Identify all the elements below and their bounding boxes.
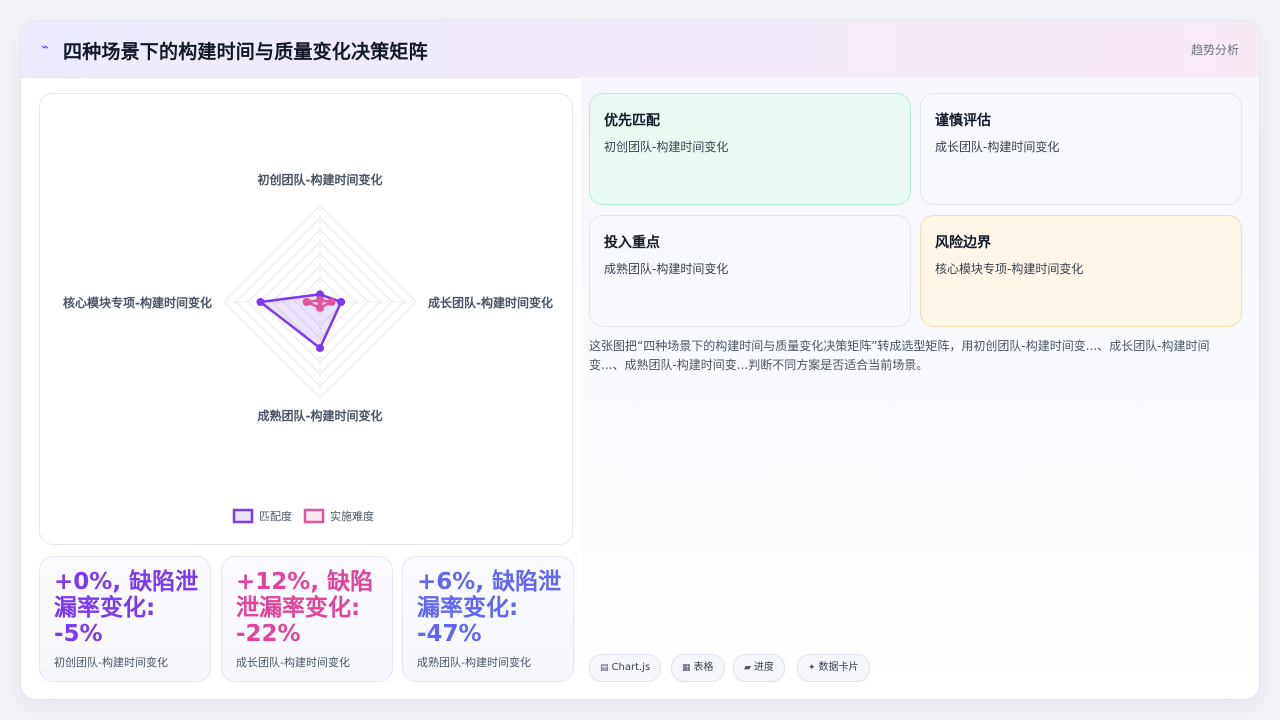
radar-series-point	[256, 298, 265, 306]
quadrant-careful-evaluation[interactable]: 谨慎评估 成长团队-构建时间变化	[920, 93, 1242, 205]
radar-series-point	[302, 298, 311, 306]
quadrant-risk-boundary[interactable]: 风险边界 核心模块专项-构建时间变化	[920, 215, 1242, 327]
progress-icon: ▰	[744, 663, 751, 673]
quadrant-subtitle: 初创团队-构建时间变化	[604, 140, 729, 154]
quadrant-priority-match[interactable]: 优先匹配 初创团队-构建时间变化	[589, 93, 911, 205]
quadrant-subtitle: 成长团队-构建时间变化	[935, 140, 1060, 154]
stat-label: 初创团队-构建时间变化	[54, 656, 168, 669]
stat-value: +12%, 缺陷泄漏率变化: -22%	[236, 569, 374, 647]
tag-progress[interactable]: ▰ 进度	[733, 654, 785, 682]
sparkle-icon: ✦	[808, 663, 816, 673]
tag-label: 表格	[693, 662, 714, 673]
tag-data-card[interactable]: ✦ 数据卡片	[797, 654, 870, 682]
table-icon: ▦	[682, 663, 691, 673]
radar-axis-label: 成熟团队-构建时间变化	[258, 408, 383, 423]
radar-chart-card: 初创团队-构建时间变化成长团队-构建时间变化成熟团队-构建时间变化 核心模块专项-…	[39, 93, 573, 545]
chart-icon: ▤	[600, 663, 609, 673]
legend-label: 匹配度	[259, 509, 292, 523]
dashboard-frame: ⌁ 四种场景下的构建时间与质量变化决策矩阵 趋势分析 初创团队-构建时间变化成长…	[20, 20, 1260, 700]
radar-axis-label: 初创团队-构建时间变化	[258, 172, 383, 187]
stat-card-mature: +6%, 缺陷泄漏率变化: -47% 成熟团队-构建时间变化	[402, 556, 574, 682]
radar-series-point	[316, 303, 324, 312]
quadrant-subtitle: 核心模块专项-构建时间变化	[935, 262, 1084, 276]
tag-label: 进度	[753, 662, 774, 673]
tag-label: Chart.js	[611, 662, 651, 673]
legend-swatch	[303, 508, 325, 524]
legend-swatch	[232, 508, 254, 524]
tag-label: 数据卡片	[818, 662, 859, 673]
stat-card-growth: +12%, 缺陷泄漏率变化: -22% 成长团队-构建时间变化	[221, 556, 393, 682]
mode-label[interactable]: 趋势分析	[1191, 41, 1239, 58]
page-title: 四种场景下的构建时间与质量变化决策矩阵	[63, 41, 428, 63]
stat-card-startup: +0%, 缺陷泄漏率变化: -5% 初创团队-构建时间变化	[39, 556, 211, 682]
stat-label: 成长团队-构建时间变化	[236, 656, 350, 669]
radar-chart: 初创团队-构建时间变化成长团队-构建时间变化成熟团队-构建时间变化 核心模块专项-…	[63, 172, 553, 524]
chart-description: 这张图把“四种场景下的构建时间与质量变化决策矩阵”转成选型矩阵，用初创团队-构建…	[589, 339, 1210, 372]
trend-line-icon: ⌁	[41, 40, 49, 55]
radar-series-point	[337, 298, 346, 306]
radar-axis-label: 成长团队-构建时间变化	[428, 295, 553, 310]
quadrant-title: 优先匹配	[604, 113, 660, 129]
radar-series-point	[316, 296, 324, 305]
header-bar: ⌁ 四种场景下的构建时间与质量变化决策矩阵 趋势分析	[21, 21, 1259, 78]
quadrant-title: 谨慎评估	[935, 113, 991, 129]
stat-value: +0%, 缺陷泄漏率变化: -5%	[54, 569, 199, 647]
tag-chartjs[interactable]: ▤ Chart.js	[589, 654, 662, 682]
quadrant-subtitle: 成熟团队-构建时间变化	[604, 262, 729, 276]
radar-series-point	[316, 344, 324, 353]
quadrant-title: 风险边界	[935, 235, 991, 251]
legend-label: 实施难度	[330, 509, 374, 523]
stat-value: +6%, 缺陷泄漏率变化: -47%	[417, 569, 562, 647]
quadrant-title: 投入重点	[604, 235, 660, 251]
radar-axis-label: 核心模块专项-构建时间变化	[63, 295, 212, 310]
stat-label: 成熟团队-构建时间变化	[417, 656, 531, 669]
tag-table[interactable]: ▦ 表格	[671, 654, 725, 682]
radar-series-point	[327, 298, 336, 306]
quadrant-investment-focus[interactable]: 投入重点 成熟团队-构建时间变化	[589, 215, 911, 327]
